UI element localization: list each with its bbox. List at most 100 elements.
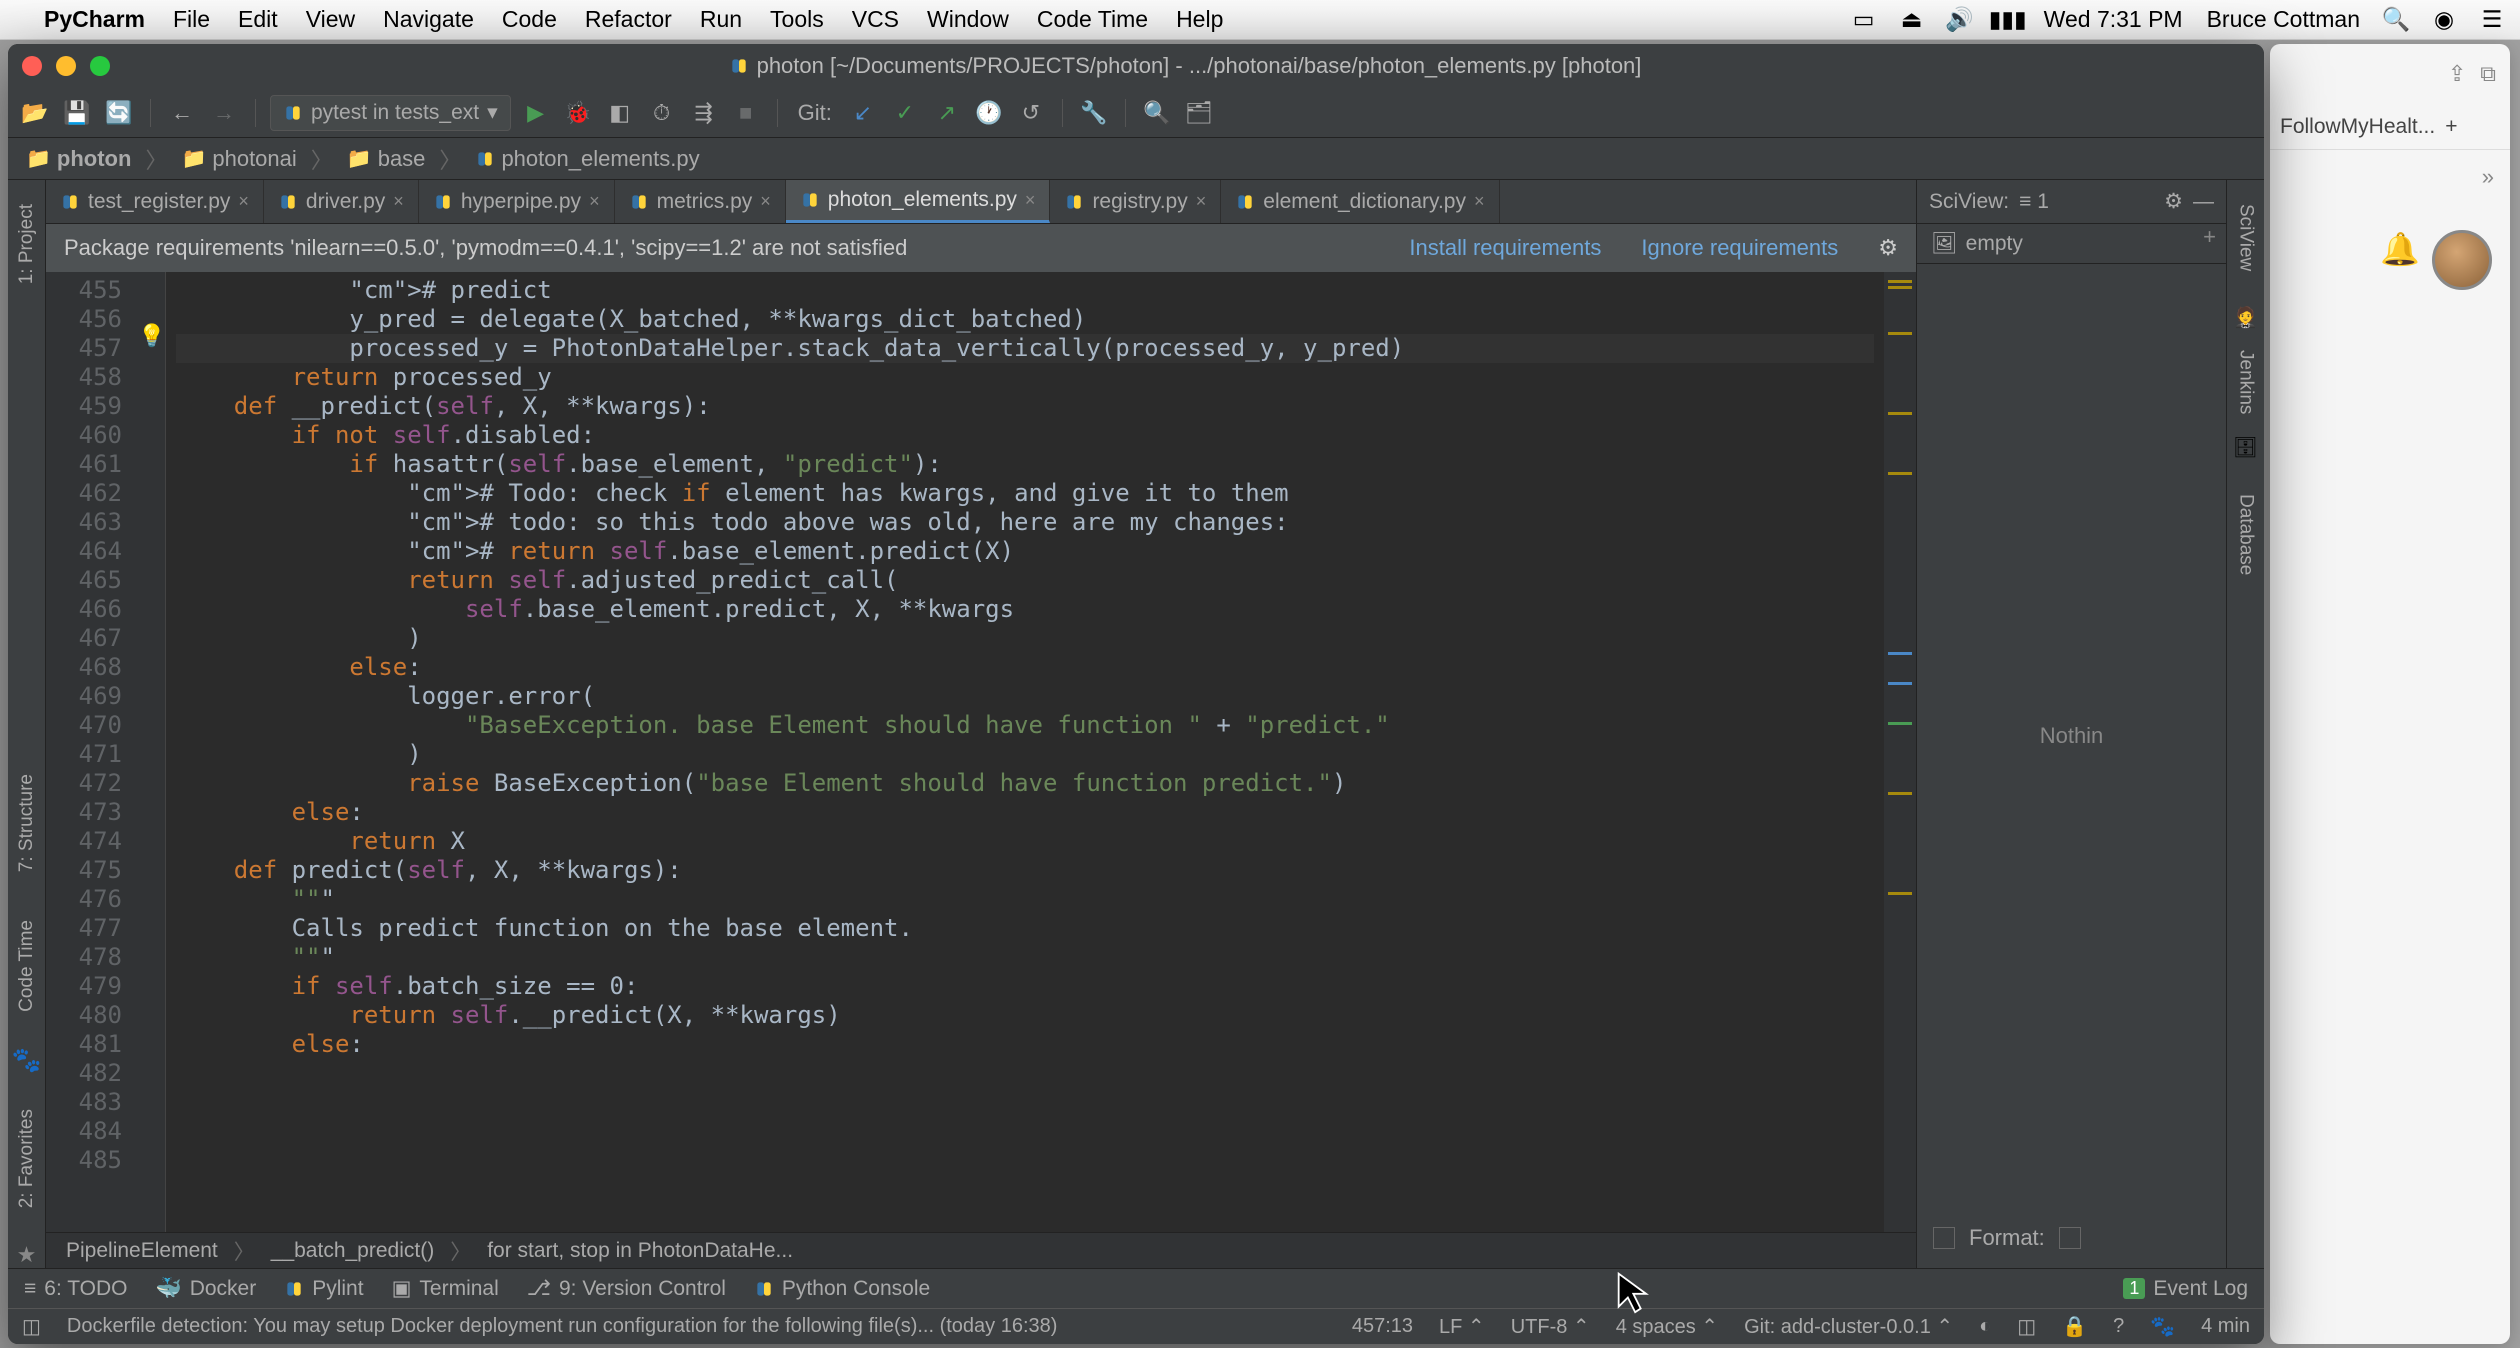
paw-status-icon[interactable]: 🐾 bbox=[2150, 1314, 2175, 1339]
close-tab-icon[interactable]: × bbox=[238, 191, 249, 212]
debug-icon[interactable]: 🐞 bbox=[561, 96, 595, 130]
menu-help[interactable]: Help bbox=[1176, 6, 1223, 33]
menu-file[interactable]: File bbox=[173, 6, 210, 33]
jenkins-tool-button[interactable]: Jenkins bbox=[2235, 350, 2257, 414]
editor-tab[interactable]: metrics.py× bbox=[615, 180, 786, 223]
pylint-tool-button[interactable]: Pylint bbox=[284, 1277, 363, 1301]
breadcrumb-item[interactable]: PipelineElement bbox=[66, 1239, 218, 1263]
codetime-tool-button[interactable]: Code Time bbox=[16, 906, 38, 1026]
concurrency-icon[interactable]: ⇶ bbox=[687, 96, 721, 130]
codetime-status[interactable]: 4 min bbox=[2201, 1315, 2250, 1338]
git-branch[interactable]: Git: add-cluster-0.0.1 ⌃ bbox=[1744, 1314, 1953, 1339]
editor-tab[interactable]: hyperpipe.py× bbox=[419, 180, 615, 223]
mem-indicator-icon[interactable]: ◫ bbox=[2017, 1314, 2036, 1339]
coverage-icon[interactable]: ◧ bbox=[603, 96, 637, 130]
git-revert-icon[interactable]: ↺ bbox=[1014, 96, 1048, 130]
cursor-position[interactable]: 457:13 bbox=[1352, 1315, 1413, 1338]
open-icon[interactable]: 📂 bbox=[18, 96, 52, 130]
siri-icon[interactable]: ◉ bbox=[2432, 8, 2456, 32]
close-tab-icon[interactable]: × bbox=[760, 191, 771, 212]
editor-tab[interactable]: test_register.py× bbox=[46, 180, 264, 223]
editor-tab[interactable]: element_dictionary.py× bbox=[1221, 180, 1499, 223]
project-tool-button[interactable]: 1: Project bbox=[16, 190, 38, 298]
menu-run[interactable]: Run bbox=[700, 6, 742, 33]
nav-crumb-root[interactable]: 📁 photon bbox=[18, 142, 139, 176]
battery-icon[interactable]: ▮▮▮ bbox=[1996, 8, 2020, 32]
editor-minimap[interactable] bbox=[1884, 272, 1916, 1232]
nav-crumb-file[interactable]: photon_elements.py bbox=[467, 142, 707, 176]
window-close-button[interactable] bbox=[22, 56, 42, 76]
menu-code[interactable]: Code bbox=[502, 6, 557, 33]
python-console-tool-button[interactable]: Python Console bbox=[754, 1277, 930, 1301]
new-tab-button[interactable]: + bbox=[2445, 115, 2457, 139]
banner-settings-icon[interactable]: ⚙ bbox=[1878, 235, 1898, 261]
git-commit-icon[interactable]: ✓ bbox=[888, 96, 922, 130]
terminal-tool-button[interactable]: ▣Terminal bbox=[392, 1276, 499, 1301]
docker-tool-button[interactable]: 🐳Docker bbox=[156, 1277, 257, 1301]
nav-crumb-1[interactable]: 📁 photonai bbox=[173, 142, 304, 176]
volume-icon[interactable]: 🔊 bbox=[1948, 8, 1972, 32]
indent-setting[interactable]: 4 spaces ⌃ bbox=[1616, 1314, 1718, 1339]
window-zoom-button[interactable] bbox=[90, 56, 110, 76]
search-icon[interactable]: 🔍 bbox=[1140, 96, 1174, 130]
file-encoding[interactable]: UTF-8 ⌃ bbox=[1511, 1314, 1590, 1339]
sciview-tab-empty[interactable]: 🖼 empty bbox=[1917, 224, 2037, 263]
stop-icon[interactable]: ■ bbox=[729, 96, 763, 130]
screen-mirror-icon[interactable]: ▭ bbox=[1852, 8, 1876, 32]
back-icon[interactable]: ← bbox=[165, 96, 199, 130]
database-icon[interactable]: 🗄 bbox=[2233, 435, 2258, 460]
editor-tab[interactable]: driver.py× bbox=[264, 180, 419, 223]
close-tab-icon[interactable]: × bbox=[1474, 191, 1485, 212]
line-separator[interactable]: LF ⌃ bbox=[1439, 1314, 1485, 1339]
minimize-panel-icon[interactable]: — bbox=[2193, 190, 2214, 214]
paw-icon[interactable]: 🐾 bbox=[12, 1046, 42, 1075]
breadcrumb-item[interactable]: __batch_predict() bbox=[271, 1239, 434, 1263]
menubar-clock[interactable]: Wed 7:31 PM bbox=[2044, 6, 2183, 33]
share-icon[interactable]: ⇪ bbox=[2448, 61, 2466, 87]
editor-tab[interactable]: photon_elements.py× bbox=[786, 180, 1051, 223]
forward-icon[interactable]: → bbox=[207, 96, 241, 130]
close-tab-icon[interactable]: × bbox=[1196, 191, 1207, 212]
star-icon[interactable]: ★ bbox=[17, 1242, 37, 1268]
menu-tools[interactable]: Tools bbox=[770, 6, 824, 33]
menu-view[interactable]: View bbox=[306, 6, 355, 33]
status-panel-toggle-icon[interactable]: ◫ bbox=[22, 1314, 41, 1339]
gear-icon[interactable]: ⚙ bbox=[2164, 189, 2183, 214]
run-config-dropdown[interactable]: pytest in tests_ext ▾ bbox=[270, 95, 511, 131]
notifications-icon[interactable]: 🔔 bbox=[2380, 230, 2420, 268]
inspection-icon[interactable]: ◐ bbox=[1979, 1315, 1991, 1338]
code-content[interactable]: "cm"># predict y_pred = delegate(X_batch… bbox=[166, 272, 1884, 1232]
menu-refactor[interactable]: Refactor bbox=[585, 6, 672, 33]
jenkins-icon[interactable]: 🤵 bbox=[2233, 305, 2258, 330]
menubar-user[interactable]: Bruce Cottman bbox=[2207, 6, 2360, 33]
close-tab-icon[interactable]: × bbox=[1025, 190, 1036, 211]
codetime-icon[interactable]: ? bbox=[2113, 1315, 2124, 1338]
intention-bulb-icon[interactable]: 💡 bbox=[138, 324, 165, 349]
sync-icon[interactable]: 🔄 bbox=[102, 96, 136, 130]
find-in-path-icon[interactable]: 🗂 bbox=[1182, 96, 1216, 130]
add-tab-icon[interactable]: + bbox=[2193, 224, 2226, 263]
settings-icon[interactable]: 🔧 bbox=[1077, 96, 1111, 130]
event-log-button[interactable]: 1Event Log bbox=[2123, 1277, 2248, 1301]
window-minimize-button[interactable] bbox=[56, 56, 76, 76]
page-forward-icon[interactable]: » bbox=[2482, 164, 2494, 190]
editor-tab[interactable]: registry.py× bbox=[1050, 180, 1221, 223]
spotlight-icon[interactable]: 🔍 bbox=[2384, 8, 2408, 32]
profile-icon[interactable]: ⏱ bbox=[645, 96, 679, 130]
menu-codetime[interactable]: Code Time bbox=[1037, 6, 1148, 33]
run-icon[interactable]: ▶ bbox=[519, 96, 553, 130]
ignore-requirements-link[interactable]: Ignore requirements bbox=[1641, 235, 1838, 261]
menubar-app-name[interactable]: PyCharm bbox=[44, 6, 145, 33]
close-tab-icon[interactable]: × bbox=[589, 191, 600, 212]
fold-gutter[interactable]: 💡 bbox=[136, 272, 166, 1232]
git-pull-icon[interactable]: ↙ bbox=[846, 96, 880, 130]
todo-tool-button[interactable]: ≡6: TODO bbox=[24, 1277, 128, 1301]
database-tool-button[interactable]: Database bbox=[2235, 480, 2257, 589]
sciview-tool-button[interactable]: SciView bbox=[2235, 190, 2257, 285]
menu-vcs[interactable]: VCS bbox=[852, 6, 899, 33]
git-history-icon[interactable]: 🕐 bbox=[972, 96, 1006, 130]
user-avatar[interactable] bbox=[2432, 230, 2492, 290]
browser-tab[interactable]: FollowMyHealt... bbox=[2280, 115, 2435, 139]
notification-center-icon[interactable]: ☰ bbox=[2480, 8, 2504, 32]
menu-navigate[interactable]: Navigate bbox=[383, 6, 474, 33]
